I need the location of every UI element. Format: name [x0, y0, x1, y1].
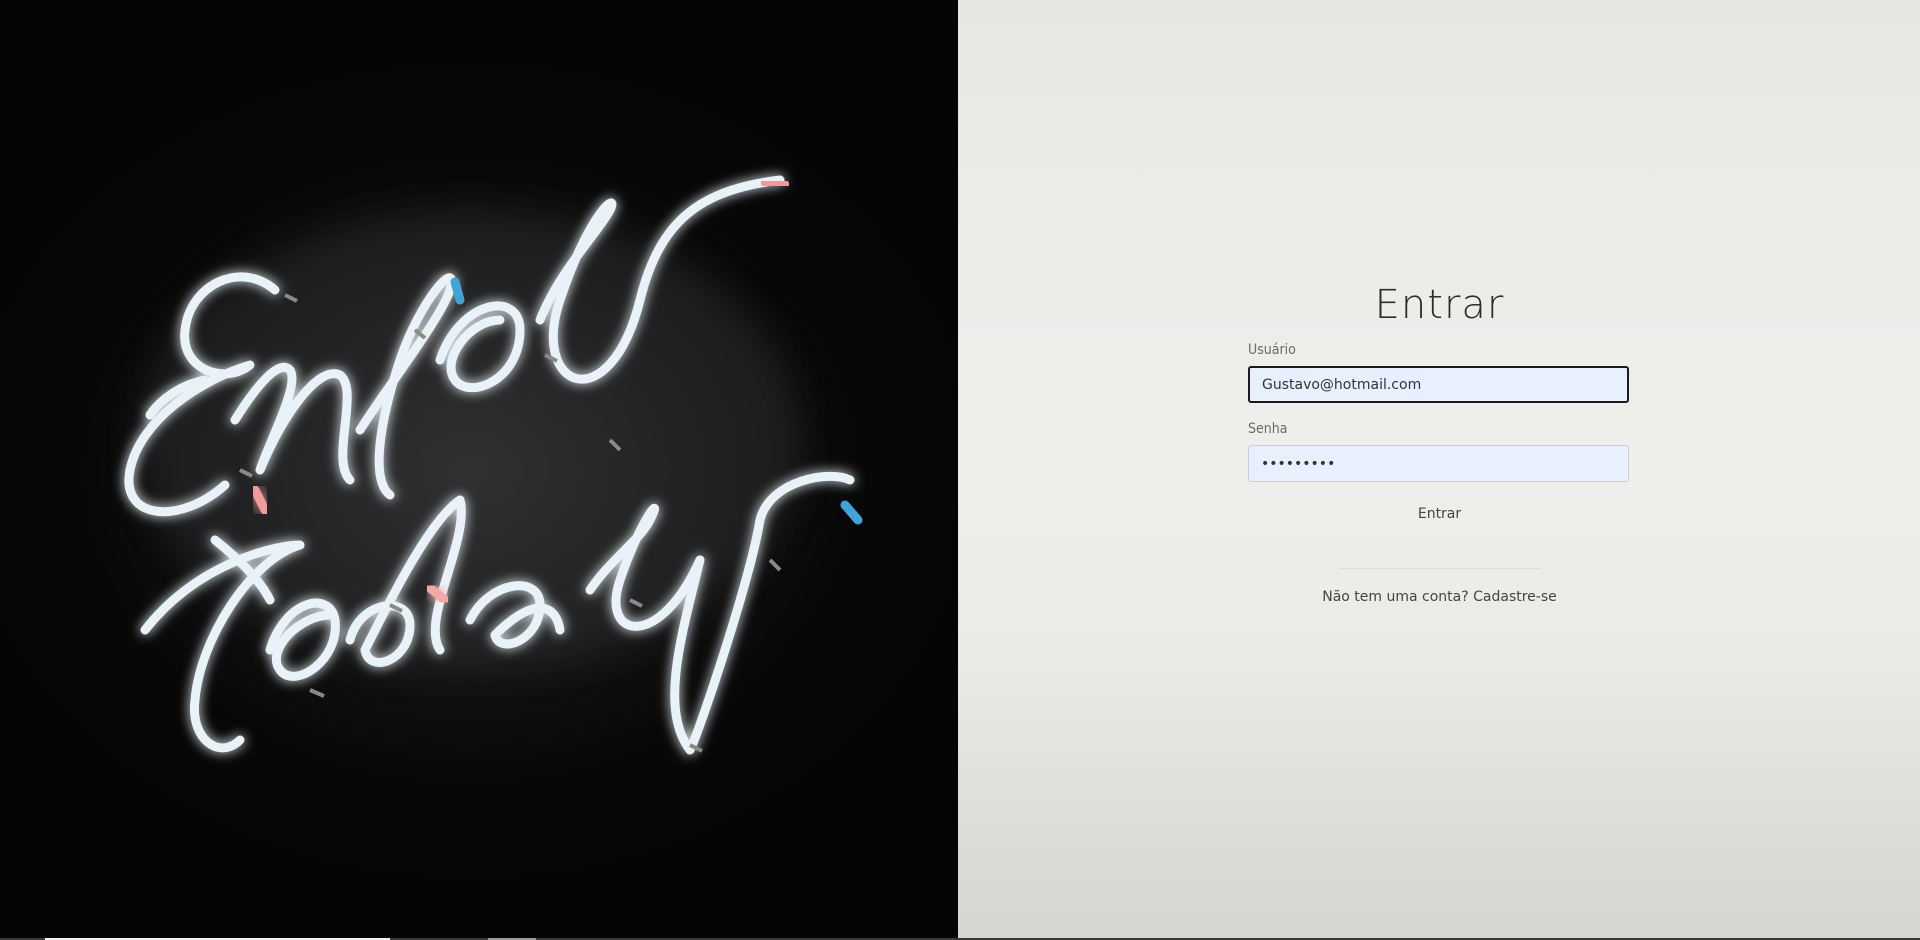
login-page: Entrar Usuário Senha Entrar Não tem uma … [0, 0, 1920, 940]
login-button[interactable]: Entrar [1406, 500, 1473, 528]
login-form: Entrar Usuário Senha Entrar Não tem uma … [1248, 282, 1631, 605]
page-title: Entrar [1374, 282, 1505, 328]
signup-prompt-text: Não tem uma conta? [1322, 589, 1474, 605]
username-label: Usuário [1248, 342, 1296, 358]
neon-sign-graphic [124, 175, 863, 755]
username-group: Usuário [1248, 342, 1631, 403]
password-group: Senha [1248, 421, 1631, 482]
signup-link[interactable]: Cadastre-se [1473, 589, 1557, 605]
password-label: Senha [1248, 421, 1288, 437]
username-input[interactable] [1248, 366, 1629, 403]
login-panel: Entrar Usuário Senha Entrar Não tem uma … [958, 0, 1920, 938]
signup-prompt: Não tem uma conta? Cadastre-se [1248, 589, 1631, 605]
divider [1339, 568, 1540, 569]
password-input[interactable] [1248, 445, 1629, 482]
neon-sign-image [0, 0, 958, 938]
